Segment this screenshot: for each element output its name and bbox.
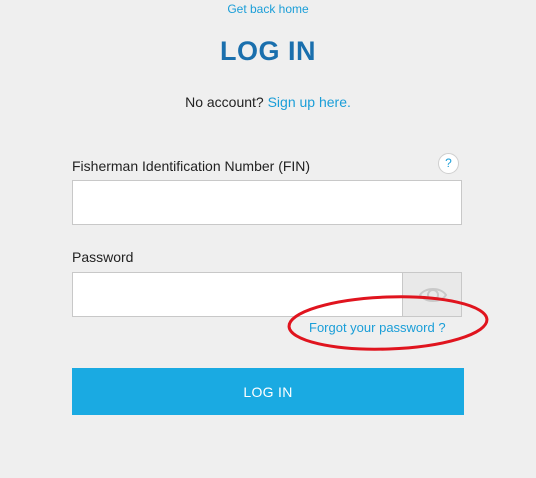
- forgot-password-link[interactable]: Forgot your password ?: [309, 320, 446, 335]
- page-title: LOG IN: [220, 36, 316, 66]
- no-account-text: No account?: [185, 94, 264, 110]
- eye-icon: [418, 288, 448, 302]
- get-back-home-link[interactable]: Get back home: [0, 2, 536, 16]
- login-button[interactable]: LOG IN: [72, 368, 464, 415]
- password-input[interactable]: [72, 272, 403, 317]
- fin-input[interactable]: [72, 180, 462, 225]
- signup-link[interactable]: Sign up here.: [268, 94, 351, 110]
- question-icon: ?: [445, 156, 452, 170]
- show-password-button[interactable]: [402, 272, 462, 317]
- help-button[interactable]: ?: [438, 153, 459, 174]
- signup-prompt: No account? Sign up here.: [0, 94, 536, 110]
- password-label: Password: [72, 249, 134, 265]
- fin-label: Fisherman Identification Number (FIN): [72, 158, 311, 174]
